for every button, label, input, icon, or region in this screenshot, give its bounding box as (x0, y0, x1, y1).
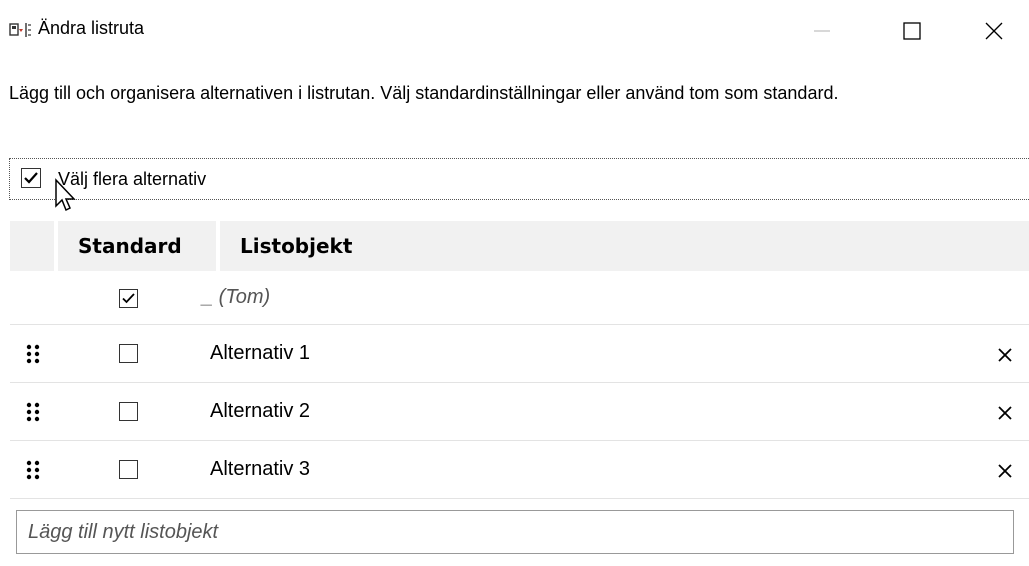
list-item-label: _ (Tom) (202, 286, 271, 308)
table-row[interactable]: Alternativ 1 (10, 325, 1029, 383)
remove-item-button[interactable] (993, 459, 1017, 483)
default-checkbox[interactable] (119, 460, 138, 479)
default-checkbox[interactable] (119, 289, 138, 308)
multi-select-label: Välj flera alternativ (58, 169, 207, 189)
default-checkbox[interactable] (119, 402, 138, 421)
checkmark-icon (122, 293, 135, 304)
header-divider (216, 221, 220, 271)
drag-handle-icon[interactable] (25, 343, 41, 365)
default-checkbox[interactable] (119, 344, 138, 363)
header-list-item: Listobjekt (240, 234, 353, 258)
drag-handle-icon[interactable] (25, 459, 41, 481)
add-list-item-input[interactable] (16, 510, 1014, 554)
remove-item-button[interactable] (993, 343, 1017, 367)
list-item-label[interactable]: Alternativ 2 (210, 400, 310, 423)
table-row[interactable]: Alternativ 3 (10, 441, 1029, 499)
maximize-button[interactable] (884, 6, 940, 56)
table-row[interactable]: Alternativ 2 (10, 383, 1029, 441)
remove-icon (998, 406, 1012, 420)
mouse-cursor-icon (55, 178, 76, 212)
multi-select-option[interactable]: Välj flera alternativ (9, 158, 1029, 200)
multi-select-checkbox[interactable] (21, 168, 41, 188)
list-item-label[interactable]: Alternativ 1 (210, 342, 310, 365)
header-standard: Standard (78, 234, 182, 258)
close-button[interactable] (966, 6, 1022, 56)
checkmark-icon (24, 172, 38, 184)
maximize-icon (903, 22, 921, 40)
minimize-icon (814, 30, 830, 32)
header-divider (54, 221, 58, 271)
list-box-icon (9, 23, 31, 37)
table-row[interactable]: _ (Tom) (10, 271, 1029, 325)
dialog-description: Lägg till och organisera alternativen i … (9, 83, 839, 103)
grid-header: Standard Listobjekt (10, 221, 1029, 271)
remove-icon (998, 464, 1012, 478)
drag-handle-icon[interactable] (25, 401, 41, 423)
close-icon (985, 22, 1003, 40)
title-bar: Ändra listruta (0, 0, 1029, 62)
list-item-label[interactable]: Alternativ 3 (210, 458, 310, 481)
remove-item-button[interactable] (993, 401, 1017, 425)
window-title: Ändra listruta (38, 18, 145, 38)
minimize-button[interactable] (794, 6, 850, 56)
remove-icon (998, 348, 1012, 362)
